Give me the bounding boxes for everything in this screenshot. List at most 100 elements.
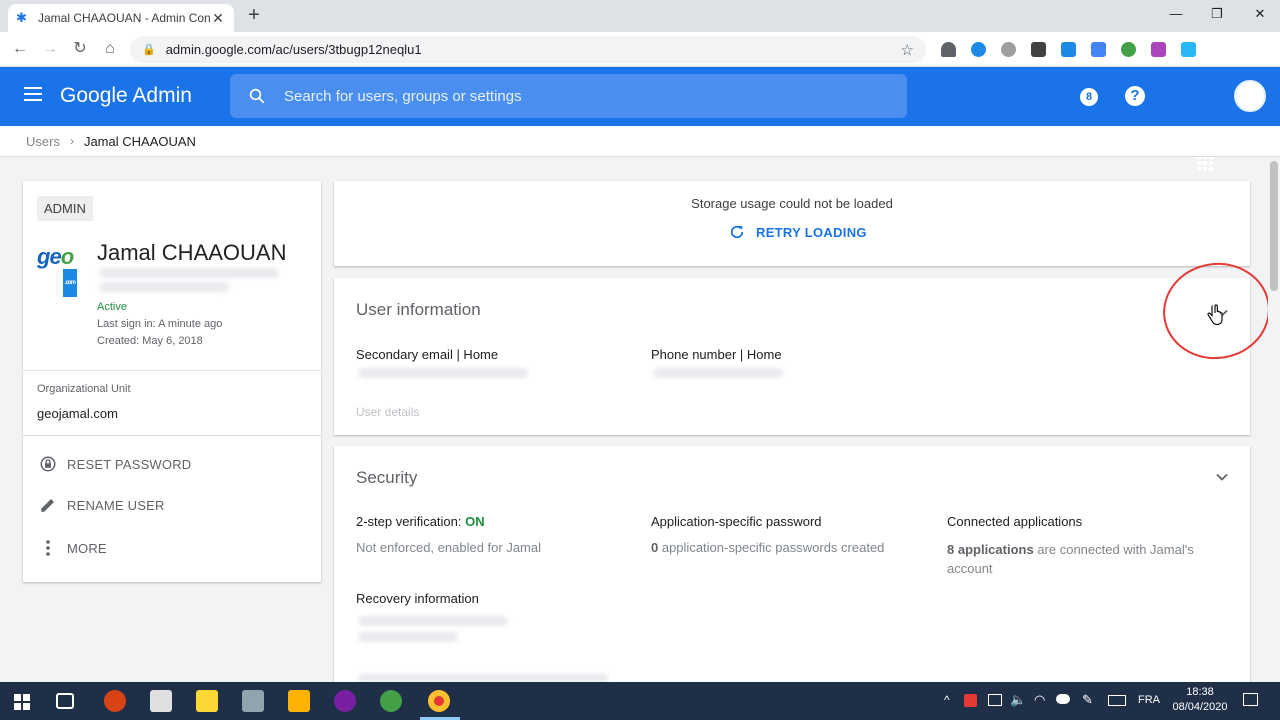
lock-reset-icon	[37, 453, 59, 475]
search-box[interactable]	[230, 74, 907, 118]
home-icon[interactable]: ⌂	[100, 39, 120, 59]
extension-cyan-icon[interactable]	[1181, 42, 1196, 57]
bookmark-star-icon[interactable]: ☆	[901, 41, 914, 59]
apps-grid-icon[interactable]	[1197, 155, 1213, 171]
close-window-icon[interactable]: ✕	[1250, 6, 1270, 24]
extension-shield-icon[interactable]	[1031, 42, 1046, 57]
admin-favicon-icon: ✱	[16, 10, 27, 25]
hand-cursor-icon	[1207, 304, 1223, 326]
address-bar[interactable]: 🔒 admin.google.com/ac/users/3tbugp12neql…	[130, 36, 926, 63]
task-view-icon[interactable]	[56, 693, 74, 709]
clock-date: 08/04/2020	[1172, 701, 1228, 713]
sticky-notes-icon[interactable]	[196, 690, 218, 712]
page-scrollbar[interactable]	[1268, 157, 1280, 682]
close-tab-icon[interactable]: ✕	[210, 10, 226, 27]
storage-card: Storage usage could not be loaded RETRY …	[334, 181, 1250, 266]
redacted-recovery-phone	[358, 632, 458, 642]
more-button[interactable]: MORE	[37, 535, 107, 561]
calculator-icon[interactable]	[150, 690, 172, 712]
browser-tab[interactable]: ✱ Jamal CHAAOUAN - Admin Cons ✕	[8, 4, 234, 32]
search-icon	[249, 88, 265, 104]
breadcrumb-users-link[interactable]: Users	[26, 134, 60, 149]
two-step-value: ON	[465, 514, 485, 529]
chrome-icon[interactable]	[428, 690, 450, 712]
reset-password-button[interactable]: RESET PASSWORD	[37, 451, 191, 477]
rename-user-button[interactable]: RENAME USER	[37, 492, 165, 518]
file-explorer-icon[interactable]	[288, 690, 310, 712]
more-vert-icon	[37, 537, 59, 559]
retry-loading-button[interactable]: RETRY LOADING	[728, 221, 867, 243]
reload-icon[interactable]: ↻	[70, 39, 90, 59]
volume-icon[interactable]: 🔈	[1010, 692, 1026, 708]
last-sign-in: Last sign in: A minute ago	[97, 318, 223, 330]
security-title: Security	[356, 468, 418, 487]
extension-check-icon[interactable]	[1061, 42, 1076, 57]
restore-window-icon[interactable]: ❐	[1207, 6, 1227, 24]
new-tab-button[interactable]: +	[243, 4, 265, 28]
redacted-phone	[653, 368, 783, 378]
wifi-icon[interactable]: ◠	[1034, 692, 1045, 708]
extension-green-icon[interactable]	[1121, 42, 1136, 57]
user-name: Jamal CHAAOUAN	[97, 240, 287, 265]
system-clock[interactable]: 18:38 08/04/2020	[1170, 685, 1230, 715]
cloud-icon[interactable]	[1056, 694, 1070, 704]
forward-icon[interactable]: →	[40, 39, 60, 59]
extension-d-icon[interactable]	[1151, 42, 1166, 57]
minimize-window-icon[interactable]: —	[1166, 6, 1186, 24]
battery-icon[interactable]	[988, 694, 1002, 706]
connected-apps-sub: 8 applications are connected with Jamal'…	[947, 540, 1207, 578]
tray-chevron-icon[interactable]: ^	[944, 693, 950, 707]
extension-drive-icon[interactable]	[941, 42, 956, 57]
extension-adblock-icon[interactable]	[1001, 42, 1016, 57]
rename-user-label: RENAME USER	[67, 497, 165, 513]
user-summary-card: ADMIN geo .com Jamal CHAAOUAN Active Last…	[23, 181, 321, 582]
redacted-recovery-email	[358, 616, 508, 626]
app-password-sub: 0 application-specific passwords created	[651, 540, 884, 555]
url-text: admin.google.com/ac/users/3tbugp12neqlu1	[165, 42, 422, 57]
retry-loading-label: RETRY LOADING	[756, 224, 867, 240]
pencil-icon	[37, 494, 59, 516]
browser-tab-strip: ✱ Jamal CHAAOUAN - Admin Cons ✕ + — ❐ ✕	[0, 0, 1280, 32]
search-input[interactable]	[284, 87, 907, 105]
reset-password-label: RESET PASSWORD	[67, 456, 192, 472]
user-details-link[interactable]: User details	[356, 405, 419, 419]
back-icon[interactable]: ←	[10, 39, 30, 59]
app-brand: Google Admin	[60, 84, 192, 107]
browser-tab-title: Jamal CHAAOUAN - Admin Cons	[38, 11, 210, 25]
main-menu-icon[interactable]	[24, 87, 42, 101]
google-earth-icon[interactable]	[380, 690, 402, 712]
faded-security-links	[358, 674, 608, 682]
taskbar-app-p-icon[interactable]	[104, 690, 126, 712]
admin-toolbar-icon[interactable]: 8	[1080, 88, 1098, 106]
taskbar-app-purple-icon[interactable]	[334, 690, 356, 712]
breadcrumb-chevron-icon: ›	[69, 134, 74, 148]
extension-translate-icon[interactable]	[1091, 42, 1106, 57]
connected-apps-count: 8 applications	[947, 542, 1034, 557]
app-password-sub-text: application-specific passwords created	[658, 540, 885, 555]
tray-app-icon[interactable]	[964, 694, 977, 707]
clock-time: 18:38	[1186, 686, 1214, 698]
app-password-label: Application-specific password	[651, 514, 822, 529]
pen-icon[interactable]: ✎	[1082, 692, 1093, 708]
keyboard-icon[interactable]	[1108, 695, 1126, 706]
windows-start-icon[interactable]	[14, 694, 30, 710]
user-information-card[interactable]: User information Secondary email | Home …	[334, 278, 1250, 435]
phone-number-label: Phone number | Home	[651, 347, 782, 362]
admin-header: Google Admin 8 ?	[0, 67, 1280, 171]
expand-chevron-icon[interactable]	[1215, 470, 1229, 484]
redacted-email	[99, 268, 279, 278]
extension-blue-icon[interactable]	[971, 42, 986, 57]
lock-icon: 🔒	[142, 44, 156, 56]
two-step-label: 2-step verification:	[356, 514, 466, 529]
security-card[interactable]: Security 2-step verification: ON Not enf…	[334, 446, 1250, 696]
scrollbar-thumb[interactable]	[1270, 161, 1278, 291]
org-unit-value[interactable]: geojamal.com	[37, 406, 118, 421]
user-information-title: User information	[356, 300, 481, 319]
account-avatar[interactable]	[1234, 80, 1266, 112]
input-language[interactable]: FRA	[1138, 694, 1160, 706]
taskbar-app-window-icon[interactable]	[242, 690, 264, 712]
more-label: MORE	[67, 540, 107, 556]
help-icon[interactable]: ?	[1125, 86, 1145, 106]
notifications-icon[interactable]	[1243, 693, 1258, 706]
browser-toolbar: ← → ↻ ⌂ 🔒 admin.google.com/ac/users/3tbu…	[0, 32, 1280, 67]
